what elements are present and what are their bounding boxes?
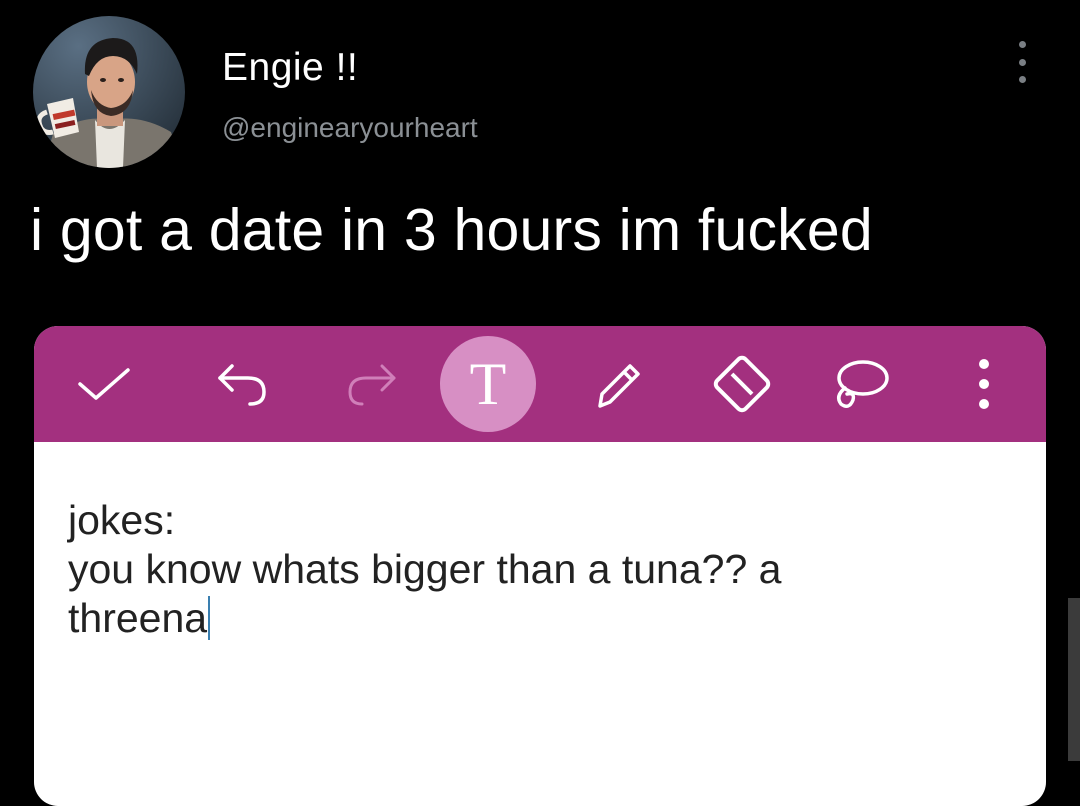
note-line: you know whats bigger than a tuna?? a [68,546,782,592]
scrollbar[interactable] [1068,598,1080,761]
avatar-image [33,16,185,168]
tweet-text: i got a date in 3 hours im fucked [30,197,873,263]
redo-icon[interactable] [336,326,408,442]
eraser-icon[interactable] [700,326,784,442]
note-line-last: threena [68,594,1008,643]
text-cursor [208,596,211,640]
note-toolbar: T [34,326,1046,442]
more-options-icon[interactable] [1009,40,1035,84]
note-line: threena [68,595,208,641]
display-name[interactable]: Engie !! [222,46,358,90]
note-screenshot[interactable]: T jokes: you know whats bigger than a tu… [34,326,1046,806]
lasso-icon[interactable] [822,326,898,442]
pen-icon[interactable] [582,326,654,442]
note-line: jokes: [68,497,176,543]
avatar[interactable] [33,16,185,168]
text-tool-button[interactable]: T [440,326,536,442]
check-icon[interactable] [68,326,140,442]
undo-icon[interactable] [206,326,278,442]
text-tool-icon: T [440,336,536,432]
text-tool-label: T [469,351,507,417]
user-handle[interactable]: @enginearyourheart [222,112,478,144]
note-text-area[interactable]: jokes: you know whats bigger than a tuna… [68,496,1008,643]
toolbar-more-icon[interactable] [964,326,1004,442]
